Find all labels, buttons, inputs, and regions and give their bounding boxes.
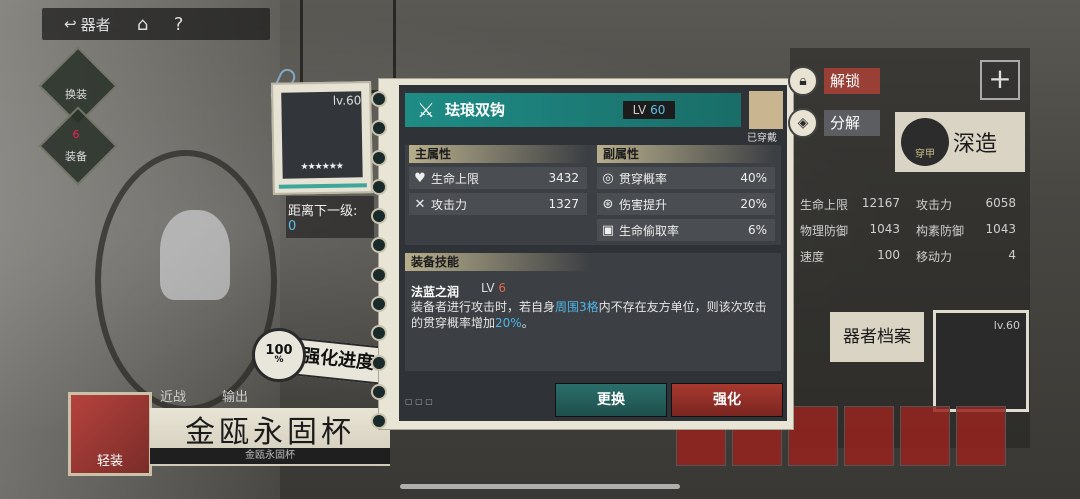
equipped-label: 已穿戴	[747, 133, 777, 144]
back-label: 器者	[80, 15, 111, 34]
attr-row: ⊛ 伤害提升 20%	[597, 193, 775, 215]
heart-icon: ♥	[414, 170, 426, 186]
damage-icon: ⊛	[602, 196, 614, 212]
background-stats: 生命上限 12167 攻击力 6058 物理防御 1043 构素防御 1043 速度 10…	[800, 196, 1016, 264]
item-card: lv.60 ★★★★★★	[271, 81, 373, 195]
sub-attr-header: 副属性	[597, 145, 775, 163]
enhance-progress-circle: 100 %	[252, 328, 306, 382]
item-card-level: lv.60	[332, 93, 362, 108]
unlock-button[interactable]: 🔒︎ 解锁	[788, 66, 880, 96]
weapon-icon: ⚔	[417, 98, 435, 122]
equipment-dialog: ⚔ 珐琅双钩 LV 60 已穿戴 主属性 ♥ 生命上限 3432 ✕ 攻击力 1…	[371, 78, 794, 430]
back-button[interactable]: ↩ 器者	[42, 14, 125, 35]
decompose-label: 分解	[824, 110, 880, 136]
attr-name: 生命偷取率	[619, 223, 680, 238]
swap-label: 换装	[65, 88, 87, 101]
enhance-progress-unit: %	[274, 355, 284, 365]
swords-icon: ✕	[414, 196, 426, 212]
attr-value: 20%	[740, 197, 767, 211]
top-nav: ↩ 器者 ⌂ ?	[42, 8, 270, 40]
attr-value: 40%	[740, 171, 767, 185]
next-level-panel: 距离下一级: 0	[286, 196, 374, 238]
attr-value: 6%	[747, 223, 767, 237]
unlock-label: 解锁	[824, 68, 880, 94]
main-attr-header: 主属性	[409, 145, 587, 163]
light-armor-button[interactable]: 轻装	[68, 392, 152, 476]
attr-value: 3432	[548, 171, 579, 185]
home-indicator[interactable]	[400, 484, 680, 489]
attr-name: 攻击力	[431, 197, 468, 212]
skill-panel: 装备技能 法蓝之润 LV 6 装备者进行攻击时，若自身周围3格内不存在友方单位，…	[405, 253, 781, 371]
decompose-icon: ◈	[788, 108, 818, 138]
attr-row: ✕ 攻击力 1327	[409, 193, 587, 215]
equipped-character-avatar[interactable]	[749, 91, 783, 129]
item-progress-bar	[278, 183, 367, 189]
attr-name: 伤害提升	[619, 197, 668, 212]
main-attributes: 主属性 ♥ 生命上限 3432 ✕ 攻击力 1327	[409, 145, 587, 215]
light-armor-label: 轻装	[96, 454, 123, 469]
attr-row: ◎ 贯穿概率 40%	[597, 167, 775, 189]
change-button[interactable]: 更换	[555, 383, 667, 417]
mini-equipment-card[interactable]: lv.60	[933, 310, 1029, 412]
attributes-panel: 主属性 ♥ 生命上限 3432 ✕ 攻击力 1327 副属性 ◎ 贯穿概率 40…	[405, 145, 781, 245]
next-level-value: 0	[288, 219, 297, 234]
character-name-sub: 金瓯永固杯	[150, 448, 390, 464]
dialog-content: ⚔ 珐琅双钩 LV 60 已穿戴 主属性 ♥ 生命上限 3432 ✕ 攻击力 1…	[399, 85, 787, 421]
equipment-name: 珐琅双钩	[445, 101, 506, 119]
home-icon[interactable]: ⌂	[125, 14, 161, 35]
enhance-progress-badge: 强化进度 100 %	[252, 328, 390, 386]
skill-header: 装备技能	[405, 253, 591, 271]
attr-row: ▣ 生命偷取率 6%	[597, 219, 775, 241]
skill-slot[interactable]	[788, 406, 838, 466]
attr-value: 1327	[548, 197, 579, 211]
mini-card-level: lv.60	[993, 319, 1020, 332]
skill-level: LV 6	[481, 281, 507, 295]
lifesteal-icon: ▣	[601, 222, 615, 238]
background-vase	[160, 210, 230, 300]
decompose-button[interactable]: ◈ 分解	[788, 108, 880, 138]
skill-slot[interactable]	[956, 406, 1006, 466]
deep-study-button[interactable]: 穿甲 深造	[895, 112, 1025, 172]
skill-slot[interactable]	[844, 406, 894, 466]
pierce-icon: ◎	[602, 170, 614, 186]
sub-attributes: 副属性 ◎ 贯穿概率 40% ⊛ 伤害提升 20% ▣ 生命偷取率 6%	[597, 145, 775, 241]
equipment-level: LV 60	[623, 101, 675, 119]
enhance-button[interactable]: 强化	[671, 383, 783, 417]
equipment-title-bar: ⚔ 珐琅双钩 LV 60	[405, 93, 741, 127]
next-level-label: 距离下一级:	[288, 204, 358, 219]
deep-study-label: 深造	[953, 132, 998, 157]
add-button[interactable]: +	[980, 60, 1020, 100]
attr-name: 贯穿概率	[619, 171, 668, 186]
skill-slot[interactable]	[900, 406, 950, 466]
item-stars: ★★★★★★	[300, 161, 344, 173]
tag-near: 近战	[160, 390, 187, 405]
decorative-stamp: ▢ ▢ ▢	[405, 397, 433, 406]
help-icon[interactable]: ?	[161, 14, 197, 35]
archive-button[interactable]: 器者档案	[830, 312, 924, 362]
attr-row: ♥ 生命上限 3432	[409, 167, 587, 189]
notebook-rings	[371, 91, 387, 430]
tag-output: 输出	[222, 390, 249, 405]
lock-icon: 🔒︎	[788, 66, 818, 96]
deep-study-emblem: 穿甲	[901, 118, 949, 166]
skill-name: 法蓝之润	[411, 285, 460, 299]
back-arrow-icon: ↩	[64, 15, 77, 33]
skill-description: 装备者进行攻击时，若自身周围3格内不存在友方单位，则该次攻击的贯穿概率增加20%…	[411, 300, 767, 330]
attr-name: 生命上限	[431, 171, 480, 186]
heart-label: 装备	[65, 150, 87, 163]
heart-count: 6	[72, 128, 80, 141]
